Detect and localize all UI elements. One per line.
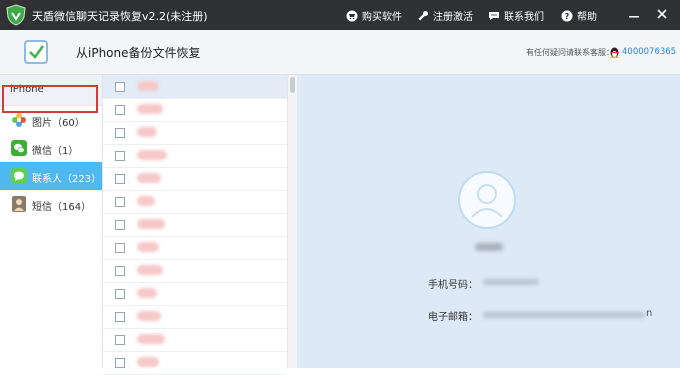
wrench-icon — [418, 10, 428, 20]
register-activate-label: 注册激活 — [433, 12, 473, 23]
contact-list — [103, 75, 287, 375]
list-item[interactable] — [103, 190, 287, 214]
redacted-phone-value — [483, 279, 539, 285]
help-button[interactable]: ? 帮助 — [561, 8, 597, 23]
redacted-name — [137, 311, 161, 321]
redacted-name — [137, 357, 159, 367]
list-item[interactable] — [103, 282, 287, 306]
row-checkbox[interactable] — [115, 289, 125, 299]
chat-bubble-icon — [489, 11, 499, 20]
contact-detail-panel: 手机号码： 电子邮箱： n — [297, 75, 680, 368]
redacted-name — [137, 104, 163, 114]
qq-penguin-icon[interactable] — [609, 46, 620, 58]
list-item[interactable] — [103, 236, 287, 260]
list-item[interactable] — [103, 98, 287, 122]
selection-highlight — [2, 85, 98, 113]
list-item[interactable] — [103, 351, 287, 375]
row-checkbox[interactable] — [115, 128, 125, 138]
sidebar-item-label: 微信（1） — [32, 146, 79, 157]
shield-logo-icon — [6, 4, 26, 26]
buy-software-label: 购买软件 — [362, 12, 402, 23]
row-checkbox[interactable] — [115, 82, 125, 92]
sidebar-item-messages[interactable]: 短信（164） — [0, 190, 102, 218]
row-checkbox[interactable] — [115, 151, 125, 161]
contacts-icon — [11, 168, 27, 184]
redacted-name — [137, 288, 157, 298]
row-checkbox[interactable] — [115, 335, 125, 345]
list-item[interactable] — [103, 75, 287, 99]
redacted-name — [137, 242, 159, 252]
list-item[interactable] — [103, 305, 287, 329]
minimize-icon[interactable] — [626, 6, 642, 22]
redacted-name — [137, 334, 165, 344]
redacted-name — [137, 150, 167, 160]
register-activate-button[interactable]: 注册激活 — [417, 8, 473, 23]
redacted-name — [137, 173, 161, 183]
contact-us-button[interactable]: 联系我们 — [488, 8, 544, 23]
email-label: 电子邮箱： — [428, 312, 478, 323]
redacted-name — [137, 127, 157, 137]
backup-restore-logo-icon — [24, 40, 48, 64]
svg-text:?: ? — [565, 12, 570, 21]
close-icon[interactable] — [654, 6, 670, 22]
list-item[interactable] — [103, 213, 287, 237]
page-title: 从iPhone备份文件恢复 — [76, 46, 201, 60]
app-title: 天盾微信聊天记录恢复v2.2(未注册) — [32, 10, 208, 23]
row-checkbox[interactable] — [115, 105, 125, 115]
phone-label: 手机号码： — [428, 280, 478, 291]
scrollbar-thumb[interactable] — [290, 77, 295, 93]
category-sidebar: iPhone 图片（60） 微信（1） 联系人（223） 短信（164） — [0, 75, 103, 368]
sidebar-item-contacts[interactable]: 联系人（223） — [0, 162, 102, 190]
sidebar-item-label: 短信（164） — [32, 202, 92, 213]
redacted-email-value — [483, 312, 645, 318]
sidebar-item-label: 联系人（223） — [32, 174, 102, 185]
help-label: 帮助 — [577, 12, 597, 23]
row-checkbox[interactable] — [115, 243, 125, 253]
user-silhouette-icon — [471, 184, 503, 218]
sidebar-item-label: 图片（60） — [32, 118, 85, 129]
shopping-cart-icon — [346, 10, 358, 21]
redacted-contact-name — [475, 243, 503, 251]
avatar — [458, 171, 516, 229]
row-checkbox[interactable] — [115, 220, 125, 230]
redacted-name — [137, 81, 159, 91]
redacted-name — [137, 219, 165, 229]
buy-software-button[interactable]: 购买软件 — [346, 8, 402, 23]
contact-us-label: 联系我们 — [504, 12, 544, 23]
messages-icon — [12, 196, 26, 212]
list-item[interactable] — [103, 144, 287, 168]
support-label: 有任何疑问请联系客服： — [526, 48, 614, 57]
title-bar: 天盾微信聊天记录恢复v2.2(未注册) 购买软件 注册激活 联系我们 ? 帮助 — [0, 0, 680, 30]
help-icon: ? — [561, 10, 573, 21]
list-item[interactable] — [103, 328, 287, 352]
wechat-icon — [11, 140, 27, 156]
list-item[interactable] — [103, 259, 287, 283]
row-checkbox[interactable] — [115, 312, 125, 322]
row-checkbox[interactable] — [115, 358, 125, 368]
redacted-name — [137, 196, 155, 206]
list-item[interactable] — [103, 121, 287, 145]
photos-icon — [12, 113, 26, 127]
list-item[interactable] — [103, 167, 287, 191]
page-header: 从iPhone备份文件恢复 有任何疑问请联系客服： 4000076365 — [0, 30, 680, 75]
row-checkbox[interactable] — [115, 174, 125, 184]
redacted-name — [137, 265, 163, 275]
email-value-tail: n — [646, 308, 653, 319]
row-checkbox[interactable] — [115, 266, 125, 276]
support-phone-link[interactable]: 4000076365 — [622, 47, 676, 57]
sidebar-item-wechat[interactable]: 微信（1） — [0, 134, 102, 162]
row-checkbox[interactable] — [115, 197, 125, 207]
